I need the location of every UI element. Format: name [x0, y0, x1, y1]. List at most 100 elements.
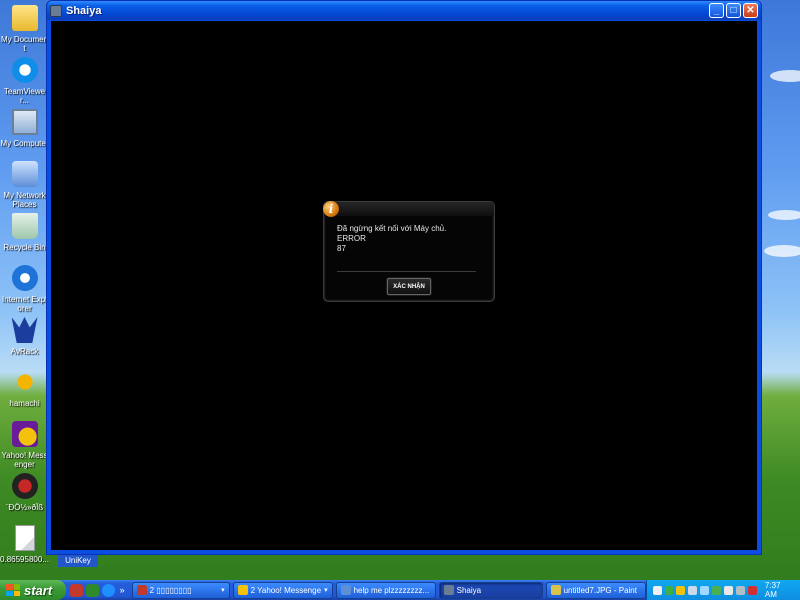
file-icon — [14, 525, 35, 551]
desktop-icon-graphic — [9, 314, 41, 346]
window-titlebar[interactable]: Shaiya _ □ ✕ — [47, 1, 761, 20]
shaiya-quicklaunch-icon[interactable] — [69, 583, 83, 597]
taskbar-button[interactable]: 2 ▯▯▯▯▯▯▯▯ ▾ — [131, 581, 230, 599]
desktop-icon[interactable]: My Computer — [0, 106, 49, 148]
window-title: Shaiya — [66, 4, 102, 17]
desktop-icon-graphic — [9, 262, 41, 294]
message-line: 87 — [337, 244, 346, 253]
close-button[interactable]: ✕ — [743, 3, 758, 18]
group-arrow-icon[interactable]: ▾ — [218, 586, 225, 594]
desktop-icon[interactable]: My Network Places — [0, 158, 49, 209]
desktop-icon[interactable]: Internet Explorer — [0, 262, 49, 313]
desktop-icon-label: AvRack — [10, 347, 39, 356]
show-desktop-icon[interactable] — [85, 583, 99, 597]
desktop-icon[interactable]: Recycle Bin — [0, 210, 49, 252]
dialog-header — [324, 202, 494, 216]
network-icon — [11, 161, 38, 187]
taskbar-button[interactable]: untitled7.JPG - Paint — [545, 581, 646, 599]
desktop-icon[interactable]: 0.86595800... — [0, 522, 49, 564]
shaiya-window[interactable]: Shaiya _ □ ✕ i Đã ngừng kết nối với Máy … — [46, 0, 762, 555]
task-app-icon — [443, 585, 454, 595]
taskbar-button-label: 2 ▯▯▯▯▯▯▯▯ — [149, 585, 192, 595]
taskbar-button[interactable]: Shaiya — [438, 581, 543, 599]
desktop-icon-graphic — [9, 2, 41, 34]
unikey-tab[interactable]: UniKey — [58, 555, 98, 567]
desktop-icon[interactable]: ¨ÐÖ½»ðÏß — [0, 470, 49, 512]
desktop-icon-label: Recycle Bin — [3, 243, 46, 252]
desktop-icon-label: hamachi — [9, 399, 40, 408]
yahoo-messenger-icon — [11, 421, 38, 447]
tray-icon[interactable] — [747, 585, 757, 595]
desktop-icon-graphic — [9, 366, 41, 398]
volume-tray-icon[interactable] — [724, 585, 734, 595]
taskbar-button-label: help me plzzzzzzzz... — [353, 585, 430, 595]
tray-icon[interactable] — [736, 585, 745, 595]
taskbar-button-label: 2 Yahoo! Messenger — [250, 585, 322, 595]
tray-icon[interactable] — [712, 585, 722, 595]
internet-explorer-quicklaunch-icon[interactable] — [101, 583, 115, 597]
task-app-icon — [550, 585, 561, 595]
clock[interactable]: 7:37 AM — [765, 581, 794, 599]
windows-logo-icon — [6, 584, 20, 596]
desktop-icon[interactable]: My Document — [0, 2, 49, 53]
taskbar-button[interactable]: help me plzzzzzzzz... — [335, 581, 436, 599]
quick-launch: » — [66, 583, 129, 597]
game-shortcut-icon — [11, 473, 38, 499]
minimize-button[interactable]: _ — [709, 3, 724, 18]
desktop-icon-label: TeamViewer... — [3, 87, 46, 105]
cloud — [768, 210, 800, 220]
system-tray: 7:37 AM — [645, 580, 800, 600]
desktop-icon-graphic — [9, 418, 41, 450]
desktop-icon-label: ¨ÐÖ½»ðÏß — [5, 503, 44, 512]
info-icon: i — [323, 201, 339, 217]
network-tray-icon[interactable] — [652, 585, 662, 595]
taskbar-button[interactable]: 2 Yahoo! Messenger ▾ — [232, 581, 333, 599]
dialog-message: Đã ngừng kết nối với Máy chủ. ERROR 87 — [337, 224, 446, 254]
desktop-icon-label: Yahoo! Messenger — [1, 451, 48, 469]
desktop-icon-graphic — [9, 54, 41, 86]
taskbar-button-label: untitled7.JPG - Paint — [563, 585, 637, 595]
computer-icon — [11, 109, 38, 135]
teamviewer-icon — [11, 57, 38, 83]
internet-explorer-icon — [11, 265, 38, 291]
cloud — [770, 70, 800, 82]
error-dialog: i Đã ngừng kết nối với Máy chủ. ERROR 87… — [323, 201, 495, 302]
task-app-icon — [237, 585, 248, 595]
desktop-icon-label: My Computer — [0, 139, 49, 148]
desktop-icon-label: Internet Explorer — [2, 295, 47, 313]
hamachi-icon — [11, 369, 38, 395]
task-buttons: 2 ▯▯▯▯▯▯▯▯ ▾ 2 Yahoo! Messenger ▾ help me pl… — [129, 581, 646, 599]
group-arrow-icon[interactable]: ▾ — [321, 586, 328, 594]
cloud — [764, 245, 800, 257]
taskbar: start » 2 ▯▯▯▯▯▯▯▯ ▾ 2 Yahoo! Messenger ▾ he… — [0, 580, 800, 600]
desktop-icon-label: My Document — [0, 35, 49, 53]
message-line: ERROR — [337, 234, 366, 243]
yahoo-tray-icon[interactable] — [676, 585, 686, 595]
tray-icon[interactable] — [688, 585, 698, 595]
desktop-icon-graphic — [9, 522, 41, 554]
desktop-icon-label: My Network Places — [3, 191, 46, 209]
task-app-icon — [136, 585, 147, 595]
desktop-icon-graphic — [9, 106, 41, 138]
start-label: start — [24, 582, 53, 598]
desktop-icon[interactable]: AvRack — [0, 314, 49, 356]
desktop-icon[interactable]: hamachi — [0, 366, 49, 408]
maximize-button[interactable]: □ — [726, 3, 741, 18]
message-line: Đã ngừng kết nối với Máy chủ. — [337, 224, 447, 233]
avrack-icon — [11, 317, 38, 343]
desktop-icon-graphic — [9, 470, 41, 502]
tray-icon[interactable] — [700, 585, 710, 595]
confirm-button[interactable]: XÁC NHẬN — [387, 278, 431, 295]
recycle-bin-icon — [11, 213, 38, 239]
game-viewport: i Đã ngừng kết nối với Máy chủ. ERROR 87… — [51, 21, 757, 550]
start-button[interactable]: start — [0, 580, 66, 600]
desktop-icon-graphic — [9, 158, 41, 190]
desktop-icon[interactable]: Yahoo! Messenger — [0, 418, 49, 469]
tray-icon[interactable] — [664, 585, 674, 595]
shaiya-app-icon — [50, 4, 62, 17]
desktop-icon[interactable]: TeamViewer... — [0, 54, 49, 105]
task-app-icon — [340, 585, 351, 595]
dialog-divider — [337, 271, 476, 272]
quick-launch-more-icon[interactable]: » — [120, 585, 125, 595]
desktop-icon-graphic — [9, 210, 41, 242]
